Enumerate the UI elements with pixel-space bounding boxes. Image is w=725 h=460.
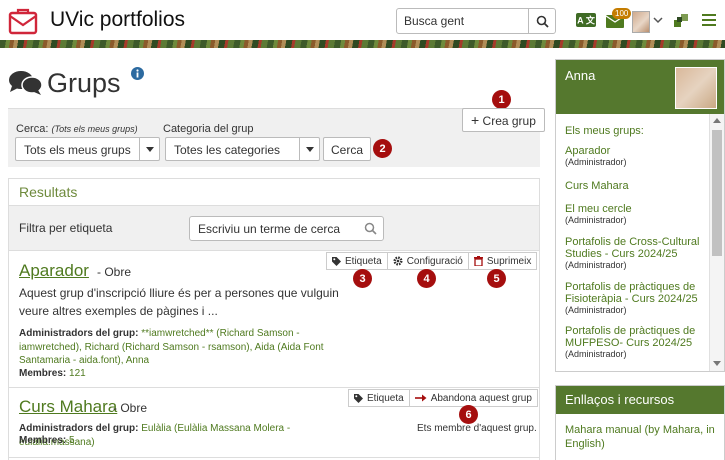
membership-note: Ets membre d'aquest grup. xyxy=(417,423,537,434)
tag-search xyxy=(189,216,384,241)
group-filter-panel: Cerca: (Tots els meus grups) Categoria d… xyxy=(8,108,540,167)
leave-group-button[interactable]: Abandona aquest grup xyxy=(410,390,537,406)
callout-4: 4 xyxy=(417,269,436,288)
members-count-link[interactable]: 5 xyxy=(69,435,75,446)
chevron-down-icon[interactable] xyxy=(653,10,663,30)
group-type: - Obre xyxy=(113,401,148,415)
groups-icon xyxy=(9,71,42,95)
tag-icon xyxy=(354,393,363,403)
top-header: UVic portfolios A 文 100 xyxy=(0,0,725,40)
callout-6: 6 xyxy=(459,405,478,424)
caret-down-icon xyxy=(299,138,319,160)
language-icon[interactable]: A 文 xyxy=(576,10,596,30)
group-actions: Etiqueta Configuració Suprimeix xyxy=(326,252,538,270)
group-actions: Etiqueta Abandona aquest grup xyxy=(348,389,538,407)
group-type: - Obre xyxy=(97,265,132,279)
menu-icon[interactable] xyxy=(702,10,716,30)
search-icon[interactable] xyxy=(364,222,377,235)
callout-5: 5 xyxy=(487,269,506,288)
tag-button[interactable]: Etiqueta xyxy=(349,390,410,406)
user-avatar[interactable] xyxy=(632,11,650,33)
page-title: Grups xyxy=(47,68,121,98)
gear-icon xyxy=(393,256,403,266)
header-decoration xyxy=(0,40,725,48)
callout-1: 1 xyxy=(492,90,511,109)
group-name-link[interactable]: Curs Mahara xyxy=(19,397,117,417)
svg-text:A 文: A 文 xyxy=(577,15,596,26)
scroll-down-icon[interactable] xyxy=(713,361,721,366)
search-label: Cerca: (Tots els meus grups) xyxy=(16,123,138,135)
sidebar-group-item[interactable]: Portafolis de pràctiques de MUFPESO- Cur… xyxy=(565,325,705,360)
sidebar-group-item[interactable]: Curs Mahara xyxy=(565,180,705,192)
tag-button[interactable]: Etiqueta xyxy=(327,253,388,269)
category-label: Categoria del grup xyxy=(163,123,254,135)
trash-icon xyxy=(473,256,483,266)
create-group-button[interactable]: + Crea grup xyxy=(462,108,545,132)
my-groups-title: Els meus grups: xyxy=(565,125,644,137)
tag-icon xyxy=(332,256,341,266)
callout-2: 2 xyxy=(373,139,392,158)
group-description: Aquest grup d'inscripció lliure és per a… xyxy=(19,286,339,318)
members-count-link[interactable]: 121 xyxy=(69,368,86,379)
search-button[interactable] xyxy=(528,9,555,33)
avatar[interactable] xyxy=(675,67,717,109)
sidebar-user-header: Anna xyxy=(556,60,724,114)
plus-icon: + xyxy=(471,112,480,128)
group-filter-select[interactable]: Tots els meus grups xyxy=(15,137,160,161)
delete-button[interactable]: Suprimeix xyxy=(469,253,536,269)
group-row: Curs Mahara - Obre Etiqueta Abandona aqu… xyxy=(9,388,539,458)
search-submit-button[interactable]: Cerca xyxy=(323,137,372,161)
search-icon xyxy=(536,15,549,28)
group-members: Membres: 121 xyxy=(19,368,86,379)
portfolio-logo-icon[interactable] xyxy=(8,7,38,35)
sidebar-scrollbar[interactable] xyxy=(709,114,724,371)
info-icon[interactable] xyxy=(131,67,144,80)
sidebar-group-item[interactable]: Aparador (Administrador) xyxy=(565,145,705,168)
caret-down-icon xyxy=(139,138,159,160)
notification-badge: 100 xyxy=(612,8,632,19)
sidebar-group-item[interactable]: El meu cercle (Administrador) xyxy=(565,203,705,226)
site-brand[interactable]: UVic portfolios xyxy=(50,8,185,32)
links-resources-panel: Enllaços i recursos Mahara manual (by Ma… xyxy=(555,385,725,460)
results-title: Resultats xyxy=(9,179,539,206)
settings-button[interactable]: Configuració xyxy=(388,253,469,269)
group-members: Membres: 5 xyxy=(19,435,75,446)
sidebar-username[interactable]: Anna xyxy=(565,68,595,83)
group-admins: Administradors del grup: **iamwretched**… xyxy=(19,328,324,366)
scrollbar-thumb[interactable] xyxy=(712,130,722,256)
sidebar-group-item[interactable]: Portafolis de pràctiques de Fisioteràpia… xyxy=(565,281,705,316)
people-search xyxy=(396,8,556,34)
tag-filter-bar: Filtra per etiqueta xyxy=(9,206,539,251)
links-title: Enllaços i recursos xyxy=(556,386,724,414)
my-groups-list: Els meus grups: Aparador (Administrador) … xyxy=(556,114,711,371)
group-name-link[interactable]: Aparador xyxy=(19,261,89,281)
people-search-input[interactable] xyxy=(397,9,529,33)
scroll-up-icon[interactable] xyxy=(713,118,721,123)
admin-icon[interactable] xyxy=(674,10,690,30)
group-row: Aparador - Obre Etiqueta Configuració Su… xyxy=(9,251,539,388)
sidebar-group-item[interactable]: Portafolis de Cross-Cultural Studies - C… xyxy=(565,236,705,271)
links-item[interactable]: Mahara manual (by Mahara, in English) xyxy=(565,423,720,451)
category-select[interactable]: Totes les categories xyxy=(165,137,320,161)
callout-3: 3 xyxy=(353,269,372,288)
tag-filter-label: Filtra per etiqueta xyxy=(19,221,113,235)
my-groups-sidebar: Anna Els meus grups: Aparador (Administra… xyxy=(555,59,725,372)
tag-search-input[interactable] xyxy=(190,217,360,240)
arrow-right-icon xyxy=(414,394,427,402)
